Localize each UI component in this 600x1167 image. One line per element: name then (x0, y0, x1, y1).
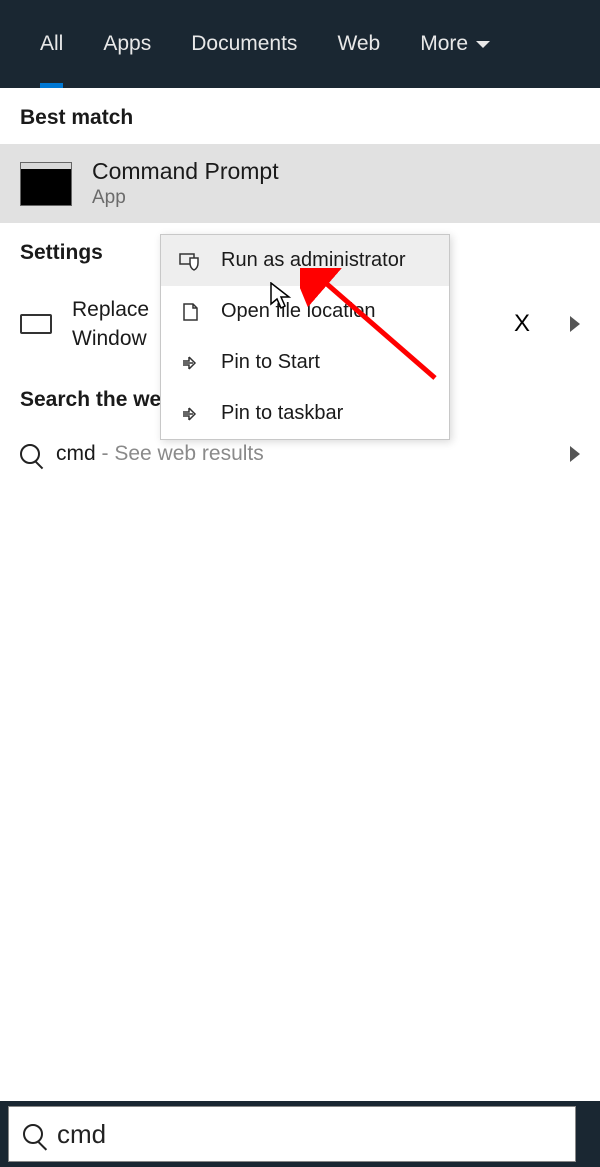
tab-label: Documents (191, 32, 297, 56)
section-best-match: Best match (0, 88, 600, 144)
folder-open-icon (179, 301, 203, 323)
ctx-item-label: Run as administrator (221, 249, 406, 272)
pin-start-icon (179, 352, 203, 374)
search-icon (23, 1124, 43, 1144)
search-header: All Apps Documents Web More (0, 0, 600, 88)
best-match-subtitle: App (92, 187, 279, 209)
best-match-text: Command Prompt App (92, 158, 279, 209)
tab-documents[interactable]: Documents (171, 0, 317, 88)
tab-web[interactable]: Web (317, 0, 400, 88)
ctx-item-label: Open file location (221, 300, 376, 323)
ctx-pin-to-start[interactable]: Pin to Start (161, 337, 449, 388)
chevron-right-icon (570, 446, 580, 462)
tab-all[interactable]: All (20, 0, 83, 88)
chevron-right-icon (570, 316, 580, 332)
taskbar-search-box[interactable] (8, 1106, 576, 1162)
search-icon (20, 444, 40, 464)
chevron-down-icon (476, 41, 490, 48)
tab-label: All (40, 32, 63, 56)
tab-label: Web (337, 32, 380, 56)
search-input[interactable] (57, 1119, 561, 1150)
monitor-icon (20, 314, 52, 334)
ctx-open-file-location[interactable]: Open file location (161, 286, 449, 337)
taskbar (0, 1101, 600, 1167)
tab-label: More (420, 32, 468, 56)
ctx-item-label: Pin to taskbar (221, 402, 343, 425)
best-match-title: Command Prompt (92, 158, 279, 185)
ctx-item-label: Pin to Start (221, 351, 320, 374)
close-icon[interactable]: X (514, 310, 530, 338)
best-match-result[interactable]: Command Prompt App (0, 144, 600, 223)
ctx-pin-to-taskbar[interactable]: Pin to taskbar (161, 388, 449, 439)
command-prompt-icon (20, 162, 72, 206)
tab-apps[interactable]: Apps (83, 0, 171, 88)
web-result-text: cmd - See web results (56, 442, 264, 466)
ctx-run-as-admin[interactable]: Run as administrator (161, 235, 449, 286)
admin-shield-icon (179, 250, 203, 272)
tab-label: Apps (103, 32, 151, 56)
pin-taskbar-icon (179, 403, 203, 425)
context-menu: Run as administrator Open file location … (160, 234, 450, 440)
tab-more[interactable]: More (400, 0, 510, 88)
